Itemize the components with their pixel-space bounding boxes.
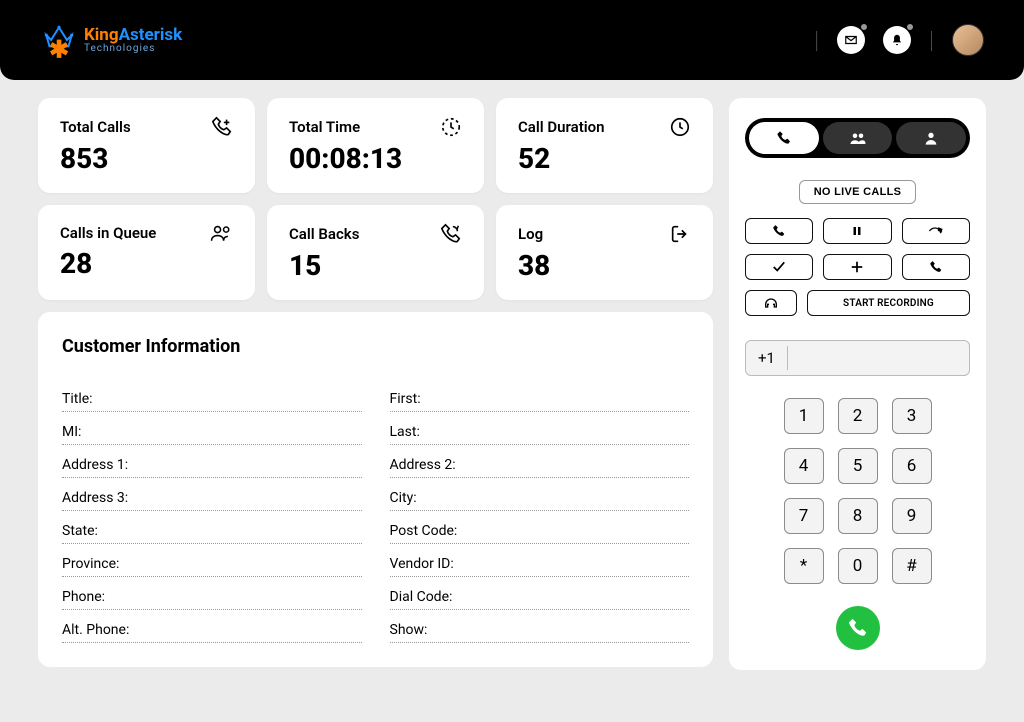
keypad-#[interactable]: # [892, 548, 932, 584]
stat-label: Total Calls [60, 118, 131, 136]
customer-title: Customer Information [62, 336, 689, 357]
action-plus-icon[interactable] [823, 254, 891, 280]
keypad-5[interactable]: 5 [838, 448, 878, 484]
keypad-*[interactable]: * [784, 548, 824, 584]
customer-field[interactable]: Show: [390, 610, 690, 643]
stat-value: 38 [518, 249, 691, 282]
dialer-panel: NO LIVE CALLS START RECORDING +1 123 456 7… [729, 98, 986, 670]
customer-field[interactable]: Vendor ID: [390, 544, 690, 577]
customer-field[interactable]: Phone: [62, 577, 362, 610]
customer-field[interactable]: Address 1: [62, 445, 362, 478]
stat-value: 52 [518, 142, 691, 175]
stat-card: Total Calls 853 [38, 98, 255, 193]
customer-field[interactable]: First: [390, 379, 690, 412]
customer-fields: Title: First: MI: Last: Address 1: Address 2:… [62, 379, 689, 643]
dial-prefix: +1 [746, 346, 788, 370]
keypad-1[interactable]: 1 [784, 398, 824, 434]
keypad-4[interactable]: 4 [784, 448, 824, 484]
action-call2-icon[interactable] [902, 254, 970, 280]
logo-brand: KingAsterisk [84, 27, 182, 44]
dialer-tabs [745, 118, 970, 158]
customer-field[interactable]: Dial Code: [390, 577, 690, 610]
customer-field[interactable]: Address 3: [62, 478, 362, 511]
customer-field[interactable]: State: [62, 511, 362, 544]
stat-card: Call Backs 15 [267, 205, 484, 300]
keypad-9[interactable]: 9 [892, 498, 932, 534]
header-separator: | [929, 26, 934, 54]
logo-subtitle: Technologies [84, 44, 182, 54]
start-recording-button[interactable]: START RECORDING [807, 290, 970, 316]
clock-icon [669, 116, 691, 138]
stat-value: 853 [60, 142, 233, 175]
keypad-8[interactable]: 8 [838, 498, 878, 534]
customer-field[interactable]: Address 2: [390, 445, 690, 478]
header-separator: | [814, 26, 819, 54]
call-button[interactable] [836, 606, 880, 650]
customer-field[interactable]: Title: [62, 379, 362, 412]
keypad-6[interactable]: 6 [892, 448, 932, 484]
stat-value: 28 [60, 247, 233, 280]
customer-panel: Customer Information Title: First: MI: Last… [38, 312, 713, 667]
keypad: 123 456 789 * 0 # [745, 398, 970, 584]
stats-grid: Total Calls 853 Total Time 00:08:13 Call Dur… [38, 98, 713, 300]
action-check-icon[interactable] [745, 254, 813, 280]
logout-icon [669, 223, 691, 245]
stat-label: Call Backs [289, 225, 359, 243]
phone-plus-icon [211, 116, 233, 138]
customer-field[interactable]: MI: [62, 412, 362, 445]
bell-icon[interactable] [883, 26, 911, 54]
dial-input[interactable]: +1 [745, 340, 970, 376]
customer-field[interactable]: Last: [390, 412, 690, 445]
action-headset-icon[interactable] [745, 290, 797, 316]
customer-field[interactable]: City: [390, 478, 690, 511]
stat-card: Call Duration 52 [496, 98, 713, 193]
crown-icon: ✱ [40, 21, 78, 59]
keypad-7[interactable]: 7 [784, 498, 824, 534]
stat-value: 00:08:13 [289, 142, 462, 175]
users-icon [209, 223, 233, 243]
action-pause-icon[interactable] [823, 218, 891, 244]
tab-group[interactable] [823, 122, 893, 154]
stat-label: Total Time [289, 118, 360, 136]
logo: ✱ KingAsterisk Technologies [40, 21, 182, 59]
svg-text:✱: ✱ [49, 35, 69, 59]
action-forward-icon[interactable] [902, 218, 970, 244]
phone-refresh-icon [440, 223, 462, 245]
stat-card: Log 38 [496, 205, 713, 300]
customer-field[interactable]: Alt. Phone: [62, 610, 362, 643]
avatar[interactable] [952, 24, 984, 56]
no-live-calls-button[interactable]: NO LIVE CALLS [799, 180, 917, 204]
keypad-3[interactable]: 3 [892, 398, 932, 434]
keypad-0[interactable]: 0 [838, 548, 878, 584]
app-header: ✱ KingAsterisk Technologies | | [0, 0, 1024, 80]
mail-icon[interactable] [837, 26, 865, 54]
stat-card: Calls in Queue 28 [38, 205, 255, 300]
keypad-2[interactable]: 2 [838, 398, 878, 434]
tab-phone[interactable] [749, 122, 819, 154]
customer-field[interactable]: Province: [62, 544, 362, 577]
action-call-icon[interactable] [745, 218, 813, 244]
tab-user[interactable] [896, 122, 966, 154]
stat-value: 15 [289, 249, 462, 282]
stat-label: Log [518, 225, 543, 243]
clock-dashed-icon [440, 116, 462, 138]
stat-label: Call Duration [518, 118, 605, 136]
stat-card: Total Time 00:08:13 [267, 98, 484, 193]
stat-label: Calls in Queue [60, 224, 156, 242]
customer-field[interactable]: Post Code: [390, 511, 690, 544]
